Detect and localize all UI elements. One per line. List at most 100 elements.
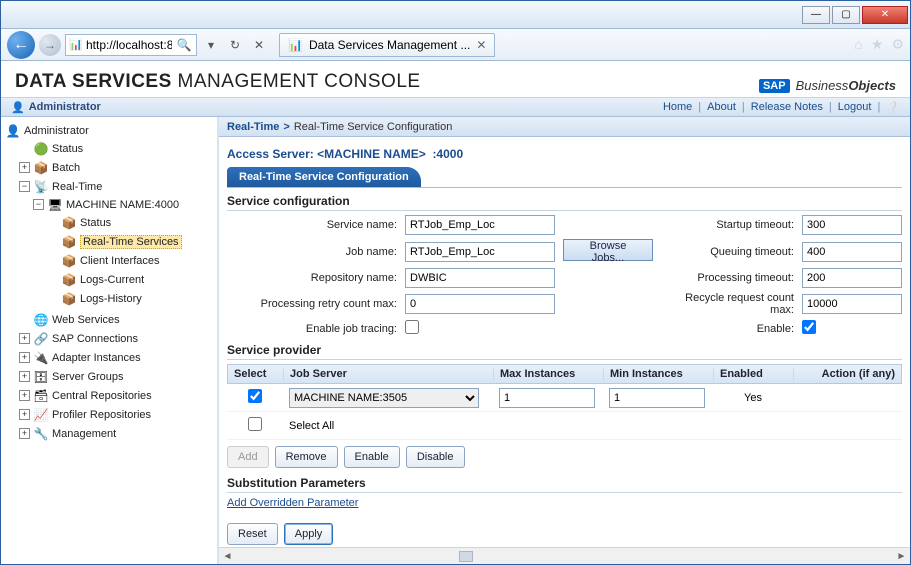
expand-icon[interactable]: + [19,162,30,173]
tab-rts-config[interactable]: Real-Time Service Configuration [227,167,421,187]
label-job-name: Job name: [227,246,397,258]
tree-sap-connections[interactable]: +🔗SAP Connections [19,330,215,347]
administrator-icon: 👤 [11,101,25,114]
sp-job-server-select[interactable]: MACHINE NAME:3505 [289,388,479,408]
breadcrumb-root[interactable]: Real-Time [227,121,279,133]
stop-icon[interactable]: ✕ [249,35,269,55]
input-recycle[interactable] [802,294,902,314]
caret-down-icon[interactable]: ▾ [201,35,221,55]
realtime-icon: 📡 [33,179,49,195]
box-icon: 📦 [61,291,77,307]
label-startup: Startup timeout: [661,219,794,231]
tree-client-interfaces[interactable]: 📦Client Interfaces [47,252,215,269]
sp-min-instances[interactable] [609,388,705,408]
box-icon: 📦 [61,234,77,250]
globe-icon: 🌐 [33,312,49,328]
scroll-thumb[interactable] [459,551,473,562]
checkbox-enable-trace[interactable] [405,320,419,334]
expand-icon[interactable]: + [19,428,30,439]
sp-table-header: Select Job Server Max Instances Min Inst… [227,364,902,384]
tree-adapter-instances[interactable]: +🔌Adapter Instances [19,349,215,366]
app-toolbar: 👤 Administrator Home| About| Release Not… [1,97,910,117]
sp-disable-button[interactable]: Disable [406,446,465,468]
tab-close-icon[interactable]: ✕ [476,38,486,52]
collapse-icon[interactable]: − [33,199,44,210]
input-queuing[interactable] [802,242,902,262]
forward-button[interactable]: → [39,34,61,56]
tree-m-status[interactable]: 📦Status [47,214,215,231]
sp-max-instances[interactable] [499,388,595,408]
checkbox-enable[interactable] [802,320,816,334]
administrator-label: Administrator [29,101,101,113]
close-button[interactable]: ✕ [862,6,908,24]
minimize-button[interactable]: — [802,6,830,24]
reset-button[interactable]: Reset [227,523,278,545]
sap-icon: 🔗 [33,331,49,347]
apply-button[interactable]: Apply [284,523,334,545]
nav-release-notes[interactable]: Release Notes [751,101,823,113]
window-titlebar: — ▢ ✕ [1,1,910,29]
browser-tab[interactable]: 📊 Data Services Management ... ✕ [279,33,495,57]
sp-remove-button[interactable]: Remove [275,446,338,468]
tree-status[interactable]: 🟢Status [19,140,215,157]
tools-icon[interactable]: ⚙ [891,36,904,53]
sp-add-button: Add [227,446,269,468]
sp-table-row: MACHINE NAME:3505 Yes [227,384,902,412]
help-icon[interactable]: ❔ [886,101,900,114]
tree-server-groups[interactable]: +🗄Server Groups [19,368,215,385]
add-overridden-param-link[interactable]: Add Overridden Parameter [227,497,358,509]
input-processing[interactable] [802,268,902,288]
tree-web-services[interactable]: 🌐Web Services [19,311,215,328]
refresh-icon[interactable]: ↻ [225,35,245,55]
sp-select-all-checkbox[interactable] [248,417,262,431]
collapse-icon[interactable]: − [19,181,30,192]
input-job-name[interactable] [405,242,555,262]
maximize-button[interactable]: ▢ [832,6,860,24]
section-service-config: Service configuration [227,192,902,211]
expand-icon[interactable]: + [19,333,30,344]
input-repo[interactable] [405,268,555,288]
sp-row-select[interactable] [248,389,262,403]
nav-home[interactable]: Home [663,101,692,113]
search-icon[interactable]: 🔍 [174,35,194,55]
app-title: DATA SERVICES MANAGEMENT CONSOLE [15,71,421,93]
expand-icon[interactable]: + [19,352,30,363]
tree-management[interactable]: +🔧Management [19,425,215,442]
expand-icon[interactable]: + [19,409,30,420]
nav-logout[interactable]: Logout [838,101,872,113]
expand-icon[interactable]: + [19,390,30,401]
expand-icon[interactable]: + [19,371,30,382]
browse-jobs-button[interactable]: Browse Jobs... [563,239,653,261]
input-retry[interactable] [405,294,555,314]
tree-logs-history[interactable]: 📦Logs-History [47,290,215,307]
tab-favicon-icon: 📊 [288,38,303,52]
app-header: DATA SERVICES MANAGEMENT CONSOLE SAP Bus… [1,61,910,97]
tree-central-repos[interactable]: +🗃Central Repositories [19,387,215,404]
input-service-name[interactable] [405,215,555,235]
tree-logs-current[interactable]: 📦Logs-Current [47,271,215,288]
tree-realtime-services[interactable]: 📦Real-Time Services [47,233,215,250]
browser-navbar: ← → 📊 🔍 ▾ ↻ ✕ 📊 Data Services Management… [1,29,910,61]
scroll-right-icon[interactable]: ► [893,548,910,565]
favorites-icon[interactable]: ★ [871,36,884,53]
url-input[interactable] [84,36,174,54]
back-button[interactable]: ← [7,31,35,59]
tree-batch[interactable]: +📦Batch [19,159,215,176]
scroll-left-icon[interactable]: ◄ [219,548,236,565]
tree-profiler-repos[interactable]: +📈Profiler Repositories [19,406,215,423]
horizontal-scrollbar[interactable]: ◄ ► [219,547,910,564]
label-processing: Processing timeout: [661,272,794,284]
label-service-name: Service name: [227,219,397,231]
tree-root[interactable]: 👤Administrator [5,122,215,139]
address-bar[interactable]: 📊 🔍 [65,34,197,56]
label-repo: Repository name: [227,272,397,284]
sp-enable-button[interactable]: Enable [344,446,400,468]
input-startup[interactable] [802,215,902,235]
home-icon[interactable]: ⌂ [854,36,862,53]
box-icon: 📦 [61,215,77,231]
status-icon: 🟢 [33,141,49,157]
nav-about[interactable]: About [707,101,736,113]
tree-realtime[interactable]: −📡Real-Time [19,178,215,195]
tree-machine[interactable]: −🖥MACHINE NAME:4000 [33,196,215,213]
label-enable: Enable: [661,323,794,335]
